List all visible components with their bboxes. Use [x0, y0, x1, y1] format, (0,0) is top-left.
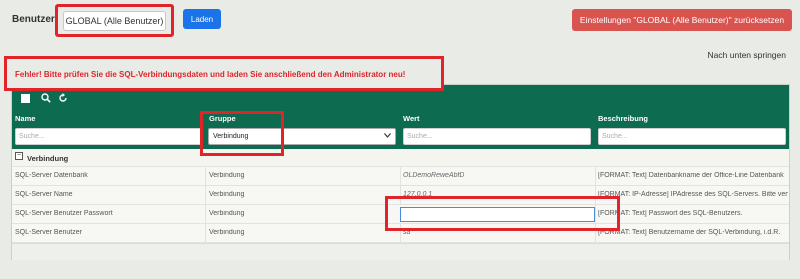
- cell-beschreibung: [FORMAT: Text] Passwort des SQL-Benutzer…: [598, 210, 743, 217]
- chevron-down-icon: [384, 133, 391, 140]
- load-button[interactable]: Laden: [183, 9, 221, 29]
- gruppe-filter-highlight: [200, 111, 284, 156]
- group-label: Verbindung: [27, 154, 69, 163]
- refresh-icon[interactable]: [58, 93, 68, 103]
- column-divider: [595, 167, 596, 185]
- cell-gruppe: Verbindung: [209, 210, 245, 217]
- grid-footer: [12, 243, 789, 260]
- cell-beschreibung: [FORMAT: Text] Benutzername der SQL-Verb…: [598, 229, 781, 236]
- column-title-wert[interactable]: Wert: [403, 114, 420, 123]
- settings-grid: Name Gruppe Wert Beschreibung Suche... V…: [11, 84, 790, 260]
- jump-to-bottom-link[interactable]: Nach unten springen: [708, 50, 786, 60]
- column-title-beschreibung[interactable]: Beschreibung: [598, 114, 648, 123]
- error-message-box: Fehler! Bitte prüfen Sie die SQL-Verbind…: [4, 56, 444, 91]
- cell-name: SQL-Server Datenbank: [15, 172, 88, 179]
- collapse-icon[interactable]: −: [15, 152, 23, 160]
- cell-name: SQL-Server Name: [15, 191, 73, 198]
- table-row[interactable]: SQL-Server Datenbank Verbindung OLDemoRe…: [12, 167, 789, 186]
- column-title-name[interactable]: Name: [15, 114, 35, 123]
- column-divider: [205, 186, 206, 204]
- cell-gruppe: Verbindung: [209, 229, 245, 236]
- cell-wert[interactable]: OLDemoReweAbfD: [403, 172, 464, 179]
- cell-beschreibung: [FORMAT: IP-Adresse] IPAdresse des SQL-S…: [598, 191, 788, 198]
- group-row-verbindung[interactable]: − Verbindung: [12, 149, 789, 167]
- grid-header: Name Gruppe Wert Beschreibung Suche... V…: [12, 85, 789, 149]
- password-field-highlight: [385, 196, 620, 231]
- search-icon[interactable]: [41, 93, 51, 103]
- cell-name: SQL-Server Benutzer: [15, 229, 82, 236]
- user-label: Benutzer:: [12, 14, 59, 25]
- cell-gruppe: Verbindung: [209, 172, 245, 179]
- wert-filter-input[interactable]: Suche...: [403, 128, 591, 145]
- cell-beschreibung: [FORMAT: Text] Datenbankname der Office-…: [598, 172, 784, 179]
- beschreibung-filter-input[interactable]: Suche...: [598, 128, 786, 145]
- cell-gruppe: Verbindung: [209, 191, 245, 198]
- column-divider: [400, 167, 401, 185]
- cell-name: SQL-Server Benutzer Passwort: [15, 210, 113, 217]
- user-select-highlight: GLOBAL (Alle Benutzer): [55, 4, 174, 37]
- column-divider: [205, 224, 206, 242]
- reset-settings-button[interactable]: Einstellungen "GLOBAL (Alle Benutzer)" z…: [572, 9, 792, 31]
- user-select[interactable]: GLOBAL (Alle Benutzer): [63, 11, 166, 31]
- column-divider: [205, 205, 206, 223]
- error-message: Fehler! Bitte prüfen Sie die SQL-Verbind…: [15, 70, 406, 79]
- name-filter-input[interactable]: Suche...: [15, 128, 203, 145]
- column-divider: [205, 167, 206, 185]
- new-icon[interactable]: [20, 93, 30, 103]
